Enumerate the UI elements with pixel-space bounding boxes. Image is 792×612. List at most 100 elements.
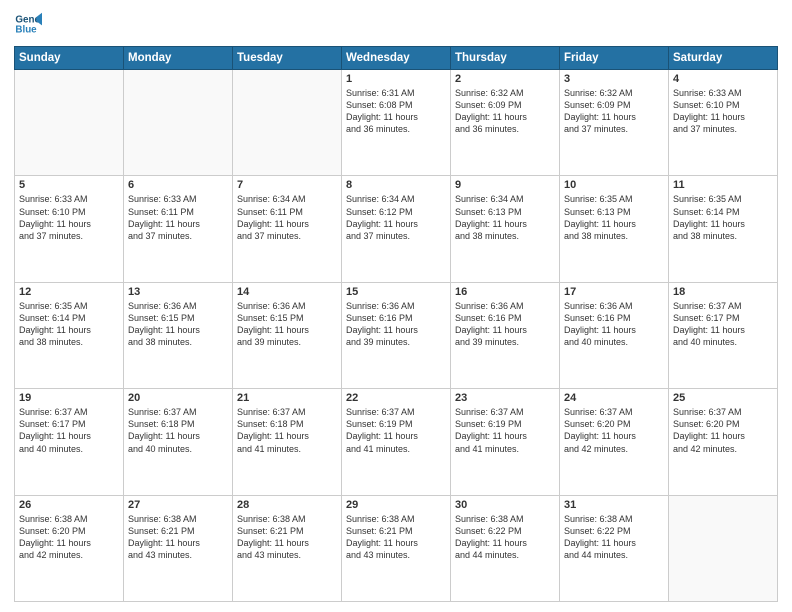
week-row-1: 5 Sunrise: 6:33 AMSunset: 6:10 PMDaylight… bbox=[15, 176, 778, 282]
calendar-cell: 19Sunrise: 6:37 AMSunset: 6:17 PMDayligh… bbox=[15, 389, 124, 495]
weekday-header-tuesday: Tuesday bbox=[233, 47, 342, 70]
day-number: 13 bbox=[128, 286, 228, 298]
calendar-cell: 31 Sunrise: 6:38 AMSunset: 6:22 PMDayligh… bbox=[560, 495, 669, 601]
calendar-cell: 12Sunrise: 6:35 AMSunset: 6:14 PMDayligh… bbox=[15, 282, 124, 388]
calendar-cell: 28 Sunrise: 6:38 AMSunset: 6:21 PMDayligh… bbox=[233, 495, 342, 601]
calendar-cell: 29Sunrise: 6:38 AMSunset: 6:21 PMDayligh… bbox=[342, 495, 451, 601]
page: General Blue SundayMondayTuesdayWednesda… bbox=[0, 0, 792, 612]
day-number: 21 bbox=[237, 392, 337, 404]
day-number: 6 bbox=[128, 179, 228, 191]
day-info: Sunrise: 6:38 AMSunset: 6:21 PMDaylight:… bbox=[237, 513, 337, 562]
calendar-table: SundayMondayTuesdayWednesdayThursdayFrid… bbox=[14, 46, 778, 602]
day-number: 4 bbox=[673, 73, 773, 85]
day-number: 11 bbox=[673, 179, 773, 191]
day-number: 2 bbox=[455, 73, 555, 85]
calendar-cell: 1 Sunrise: 6:31 AMSunset: 6:08 PMDaylight… bbox=[342, 70, 451, 176]
day-info: Sunrise: 6:38 AMSunset: 6:20 PMDaylight:… bbox=[19, 513, 119, 562]
calendar-cell bbox=[124, 70, 233, 176]
day-number: 12 bbox=[19, 286, 119, 298]
calendar-cell: 5 Sunrise: 6:33 AMSunset: 6:10 PMDaylight… bbox=[15, 176, 124, 282]
calendar-cell: 18 Sunrise: 6:37 AMSunset: 6:17 PMDayligh… bbox=[669, 282, 778, 388]
day-info: Sunrise: 6:38 AMSunset: 6:22 PMDaylight:… bbox=[455, 513, 555, 562]
week-row-2: 12Sunrise: 6:35 AMSunset: 6:14 PMDayligh… bbox=[15, 282, 778, 388]
day-info: Sunrise: 6:35 AMSunset: 6:14 PMDaylight:… bbox=[673, 193, 773, 242]
calendar-body: 1 Sunrise: 6:31 AMSunset: 6:08 PMDaylight… bbox=[15, 70, 778, 602]
day-info: Sunrise: 6:32 AMSunset: 6:09 PMDaylight:… bbox=[455, 87, 555, 136]
day-info: Sunrise: 6:33 AMSunset: 6:10 PMDaylight:… bbox=[673, 87, 773, 136]
day-info: Sunrise: 6:36 AMSunset: 6:15 PMDaylight:… bbox=[128, 300, 228, 349]
header: General Blue bbox=[14, 10, 778, 38]
day-info: Sunrise: 6:37 AMSunset: 6:18 PMDaylight:… bbox=[128, 406, 228, 455]
weekday-header-thursday: Thursday bbox=[451, 47, 560, 70]
day-info: Sunrise: 6:38 AMSunset: 6:22 PMDaylight:… bbox=[564, 513, 664, 562]
day-number: 31 bbox=[564, 499, 664, 511]
day-number: 9 bbox=[455, 179, 555, 191]
calendar-cell: 30 Sunrise: 6:38 AMSunset: 6:22 PMDayligh… bbox=[451, 495, 560, 601]
calendar-header: SundayMondayTuesdayWednesdayThursdayFrid… bbox=[15, 47, 778, 70]
day-info: Sunrise: 6:33 AMSunset: 6:10 PMDaylight:… bbox=[19, 193, 119, 242]
day-number: 18 bbox=[673, 286, 773, 298]
day-info: Sunrise: 6:37 AMSunset: 6:17 PMDaylight:… bbox=[19, 406, 119, 455]
week-row-4: 26 Sunrise: 6:38 AMSunset: 6:20 PMDayligh… bbox=[15, 495, 778, 601]
day-info: Sunrise: 6:32 AMSunset: 6:09 PMDaylight:… bbox=[564, 87, 664, 136]
calendar-cell: 3 Sunrise: 6:32 AMSunset: 6:09 PMDaylight… bbox=[560, 70, 669, 176]
day-info: Sunrise: 6:34 AMSunset: 6:12 PMDaylight:… bbox=[346, 193, 446, 242]
calendar-cell: 9 Sunrise: 6:34 AMSunset: 6:13 PMDaylight… bbox=[451, 176, 560, 282]
day-info: Sunrise: 6:33 AMSunset: 6:11 PMDaylight:… bbox=[128, 193, 228, 242]
day-number: 14 bbox=[237, 286, 337, 298]
day-info: Sunrise: 6:34 AMSunset: 6:11 PMDaylight:… bbox=[237, 193, 337, 242]
day-info: Sunrise: 6:36 AMSunset: 6:16 PMDaylight:… bbox=[564, 300, 664, 349]
day-number: 15 bbox=[346, 286, 446, 298]
day-number: 16 bbox=[455, 286, 555, 298]
day-number: 3 bbox=[564, 73, 664, 85]
day-number: 1 bbox=[346, 73, 446, 85]
weekday-header-row: SundayMondayTuesdayWednesdayThursdayFrid… bbox=[15, 47, 778, 70]
calendar-cell: 26 Sunrise: 6:38 AMSunset: 6:20 PMDayligh… bbox=[15, 495, 124, 601]
calendar-cell: 17 Sunrise: 6:36 AMSunset: 6:16 PMDayligh… bbox=[560, 282, 669, 388]
day-info: Sunrise: 6:37 AMSunset: 6:17 PMDaylight:… bbox=[673, 300, 773, 349]
day-info: Sunrise: 6:36 AMSunset: 6:16 PMDaylight:… bbox=[346, 300, 446, 349]
day-info: Sunrise: 6:38 AMSunset: 6:21 PMDaylight:… bbox=[128, 513, 228, 562]
day-info: Sunrise: 6:36 AMSunset: 6:16 PMDaylight:… bbox=[455, 300, 555, 349]
calendar-cell: 16 Sunrise: 6:36 AMSunset: 6:16 PMDayligh… bbox=[451, 282, 560, 388]
calendar-cell: 11 Sunrise: 6:35 AMSunset: 6:14 PMDayligh… bbox=[669, 176, 778, 282]
day-number: 8 bbox=[346, 179, 446, 191]
day-info: Sunrise: 6:37 AMSunset: 6:19 PMDaylight:… bbox=[455, 406, 555, 455]
day-number: 5 bbox=[19, 179, 119, 191]
day-info: Sunrise: 6:37 AMSunset: 6:18 PMDaylight:… bbox=[237, 406, 337, 455]
day-number: 10 bbox=[564, 179, 664, 191]
day-info: Sunrise: 6:31 AMSunset: 6:08 PMDaylight:… bbox=[346, 87, 446, 136]
day-number: 29 bbox=[346, 499, 446, 511]
svg-text:Blue: Blue bbox=[15, 24, 37, 35]
calendar-cell: 15 Sunrise: 6:36 AMSunset: 6:16 PMDayligh… bbox=[342, 282, 451, 388]
day-number: 28 bbox=[237, 499, 337, 511]
weekday-header-saturday: Saturday bbox=[669, 47, 778, 70]
day-number: 17 bbox=[564, 286, 664, 298]
week-row-3: 19Sunrise: 6:37 AMSunset: 6:17 PMDayligh… bbox=[15, 389, 778, 495]
day-info: Sunrise: 6:37 AMSunset: 6:20 PMDaylight:… bbox=[673, 406, 773, 455]
calendar-cell: 7 Sunrise: 6:34 AMSunset: 6:11 PMDaylight… bbox=[233, 176, 342, 282]
day-number: 7 bbox=[237, 179, 337, 191]
calendar-cell: 10 Sunrise: 6:35 AMSunset: 6:13 PMDayligh… bbox=[560, 176, 669, 282]
day-number: 26 bbox=[19, 499, 119, 511]
calendar-cell: 6 Sunrise: 6:33 AMSunset: 6:11 PMDaylight… bbox=[124, 176, 233, 282]
day-number: 23 bbox=[455, 392, 555, 404]
calendar-cell: 4 Sunrise: 6:33 AMSunset: 6:10 PMDaylight… bbox=[669, 70, 778, 176]
calendar-cell: 27 Sunrise: 6:38 AMSunset: 6:21 PMDayligh… bbox=[124, 495, 233, 601]
calendar-cell bbox=[669, 495, 778, 601]
logo: General Blue bbox=[14, 10, 42, 38]
weekday-header-wednesday: Wednesday bbox=[342, 47, 451, 70]
calendar-cell: 25Sunrise: 6:37 AMSunset: 6:20 PMDayligh… bbox=[669, 389, 778, 495]
weekday-header-friday: Friday bbox=[560, 47, 669, 70]
calendar-cell bbox=[233, 70, 342, 176]
day-info: Sunrise: 6:35 AMSunset: 6:13 PMDaylight:… bbox=[564, 193, 664, 242]
day-number: 22 bbox=[346, 392, 446, 404]
day-number: 30 bbox=[455, 499, 555, 511]
day-number: 20 bbox=[128, 392, 228, 404]
day-number: 27 bbox=[128, 499, 228, 511]
day-info: Sunrise: 6:37 AMSunset: 6:19 PMDaylight:… bbox=[346, 406, 446, 455]
day-info: Sunrise: 6:34 AMSunset: 6:13 PMDaylight:… bbox=[455, 193, 555, 242]
calendar-cell: 13 Sunrise: 6:36 AMSunset: 6:15 PMDayligh… bbox=[124, 282, 233, 388]
weekday-header-sunday: Sunday bbox=[15, 47, 124, 70]
logo-icon: General Blue bbox=[14, 10, 42, 38]
